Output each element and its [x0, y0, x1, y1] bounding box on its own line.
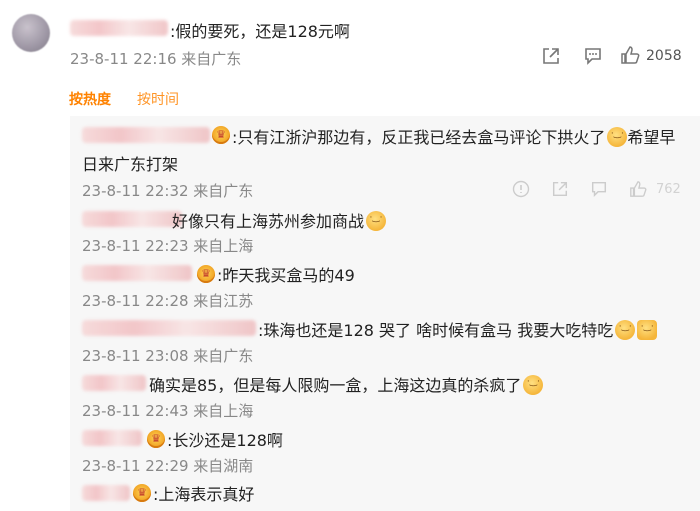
reply-text: :昨天我买盒马的49	[217, 266, 355, 285]
report-icon[interactable]	[512, 180, 530, 198]
cat-emoji-icon	[615, 320, 636, 340]
cat-emoji-icon	[366, 211, 387, 231]
like-count: 2058	[646, 48, 682, 64]
thumbs-up-emoji-icon	[637, 320, 658, 340]
laugh-cry-emoji-icon	[523, 375, 544, 395]
reply-text: :上海表示真好	[153, 485, 255, 504]
reply-meta: 23-8-11 22:23 来自上海	[82, 237, 254, 255]
reply-text: :珠海也还是128 哭了 啥时候有盒马 我要大吃特吃	[258, 317, 658, 341]
share-icon[interactable]	[551, 180, 569, 198]
reply-username-blurred[interactable]	[82, 485, 130, 501]
reply-username-blurred[interactable]	[82, 375, 146, 391]
vip-crown-icon: ♛	[197, 265, 215, 283]
reply-meta: 23-8-11 22:43 来自上海	[82, 402, 254, 420]
like-count: 762	[656, 182, 681, 197]
reply-username-blurred[interactable]	[82, 127, 210, 143]
reply-thread	[70, 116, 700, 511]
like-icon[interactable]	[620, 45, 640, 65]
reply-meta: 23-8-11 23:08 来自广东	[82, 347, 254, 365]
comment-meta: 23-8-11 22:16 来自广东	[70, 50, 242, 68]
reply-text: :长沙还是128啊	[167, 431, 283, 450]
reply-text-cont: 日来广东打架	[82, 155, 179, 174]
comment-icon[interactable]	[590, 180, 608, 198]
avatar[interactable]	[12, 14, 50, 52]
vip-crown-icon: ♛	[147, 430, 165, 448]
share-icon[interactable]	[541, 46, 561, 66]
reply-username-blurred[interactable]	[82, 265, 192, 281]
reply-meta: 23-8-11 22:29 来自湖南	[82, 457, 254, 475]
comment-icon[interactable]	[583, 46, 603, 66]
reply-username-blurred[interactable]	[82, 211, 182, 227]
tab-hot[interactable]: 按热度	[69, 89, 111, 109]
smile-emoji-icon	[607, 127, 628, 147]
reply-text: :只有江浙沪那边有，反正我已经去盒马评论下拱火了希望早	[232, 124, 675, 148]
reply-meta: 23-8-11 22:32 来自广东	[82, 182, 254, 200]
reply-text: 确实是85，但是每人限购一盒，上海这边真的杀疯了	[149, 372, 544, 396]
reply-username-blurred[interactable]	[82, 430, 142, 446]
vip-crown-icon: ♛	[133, 484, 151, 502]
tab-time[interactable]: 按时间	[137, 89, 179, 109]
like-icon[interactable]	[629, 180, 647, 198]
comment-text: :假的要死，还是128元啊	[170, 22, 350, 41]
reply-username-blurred[interactable]	[82, 320, 256, 336]
reply-text: 好像只有上海苏州参加商战	[172, 208, 387, 232]
username-blurred[interactable]	[70, 20, 168, 36]
reply-meta: 23-8-11 22:28 来自江苏	[82, 292, 254, 310]
vip-crown-icon: ♛	[212, 126, 230, 144]
